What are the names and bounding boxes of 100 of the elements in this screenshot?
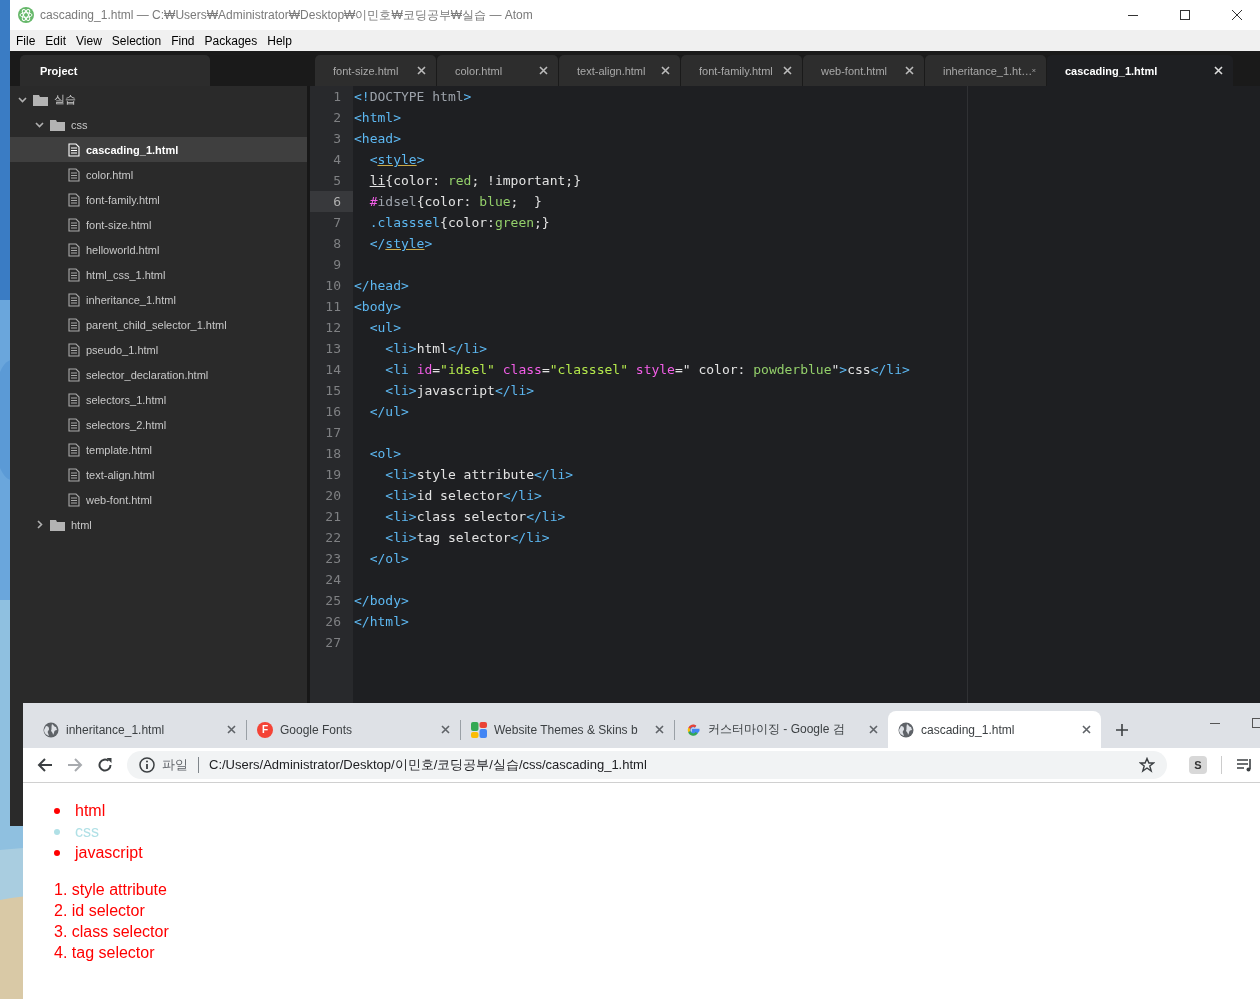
code-line: </style>	[368, 235, 434, 253]
tree-item[interactable]: helloworld.html	[10, 237, 307, 262]
code-line: <li>class selector</li>	[384, 508, 567, 526]
menu-item[interactable]: File	[11, 33, 41, 48]
code-line: <body>	[353, 298, 402, 316]
tree-item[interactable]: font-family.html	[10, 187, 307, 212]
browser-tab[interactable]: Website Themes & Skins b	[461, 711, 674, 748]
line-number: 17	[324, 424, 342, 442]
line-number: 26	[324, 613, 342, 631]
tree-item[interactable]: pseudo_1.html	[10, 337, 307, 362]
address-bar[interactable]: 파일 C:/Users/Administrator/Desktop/이민호/코딩공부/실습/css/cascading_1.html	[127, 751, 1167, 779]
editor-tab[interactable]: inheritance_1.ht…	[925, 55, 1046, 86]
line-number: 9	[332, 256, 342, 274]
editor-tab[interactable]: color.html	[437, 55, 558, 86]
code-line: </ul>	[368, 403, 410, 421]
line-number: 5	[332, 172, 342, 190]
code-line: </head>	[353, 277, 410, 295]
code-line: </body>	[353, 592, 410, 610]
line-number: 22	[324, 529, 342, 547]
url-text: C:/Users/Administrator/Desktop/이민호/코딩공부/실습/css/cascading_1.html	[209, 756, 648, 774]
line-number: 24	[324, 571, 342, 589]
tree-item[interactable]: selectors_2.html	[10, 412, 307, 437]
code-line: li{color: red; !important;}	[368, 172, 582, 190]
line-number: 10	[324, 277, 342, 295]
line-number: 20	[324, 487, 342, 505]
extension-icon[interactable]: S	[1189, 756, 1207, 774]
code-line: <ol>	[368, 445, 402, 463]
list-item: html	[75, 801, 106, 820]
menu-item[interactable]: Help	[262, 33, 297, 48]
fonts-icon: F	[257, 721, 273, 738]
browser-tab[interactable]: inheritance_1.html	[33, 711, 246, 748]
code-line: </ol>	[368, 550, 410, 568]
line-number: 27	[324, 634, 342, 652]
line-number: 19	[324, 466, 342, 484]
list-item: javascript	[75, 843, 143, 862]
line-number: 18	[324, 445, 342, 463]
editor-tab[interactable]: font-family.html	[681, 55, 802, 86]
window-title: cascading_1.html — C:₩Users₩Administrator₩Desktop₩이민호₩코딩공부₩실습 — Atom	[40, 6, 534, 24]
line-number: 8	[332, 235, 342, 253]
editor-tab[interactable]: web-font.html	[803, 55, 924, 86]
menu-item[interactable]: Packages	[199, 33, 263, 48]
code-line: <head>	[353, 130, 402, 148]
line-number: 13	[324, 340, 342, 358]
tree-item[interactable]: web-font.html	[10, 487, 307, 512]
line-number: 3	[332, 130, 342, 148]
code-line: <li>id selector</li>	[384, 487, 543, 505]
code-line: <li>tag selector</li>	[384, 529, 551, 547]
tree-item[interactable]: selectors_1.html	[10, 387, 307, 412]
code-line: <style>	[368, 151, 426, 169]
tree-item[interactable]: html_css_1.html	[10, 262, 307, 287]
code-line: #idsel{color: blue; }	[368, 193, 543, 211]
code-line: <!DOCTYPE html>	[353, 88, 473, 106]
list-item: 3. class selector	[53, 921, 170, 942]
line-number: 14	[324, 361, 342, 379]
tree-item[interactable]: 실습	[10, 87, 307, 112]
browser-tab[interactable]: cascading_1.html	[888, 711, 1101, 748]
line-number: 6	[310, 191, 353, 212]
code-line: <ul>	[368, 319, 402, 337]
code-line: <li>html</li>	[384, 340, 489, 358]
line-number: 1	[332, 88, 342, 106]
editor-tab[interactable]: cascading_1.html	[1047, 55, 1233, 86]
tree-item[interactable]: font-size.html	[10, 212, 307, 237]
line-number: 2	[332, 109, 342, 127]
list-item: 1. style attribute	[53, 879, 168, 900]
line-number: 15	[324, 382, 342, 400]
line-number: 12	[324, 319, 342, 337]
code-line: <li>javascript</li>	[384, 382, 536, 400]
line-number: 21	[324, 508, 342, 526]
line-number: 16	[324, 403, 342, 421]
editor-tab[interactable]: text-align.html	[559, 55, 680, 86]
menu-item[interactable]: Find	[166, 33, 200, 48]
list-item: 4. tag selector	[53, 942, 156, 963]
code-line: </html>	[353, 613, 410, 631]
code-line: <html>	[353, 109, 402, 127]
list-item: css	[75, 822, 99, 841]
line-number: 7	[332, 214, 342, 232]
tree-item[interactable]: template.html	[10, 437, 307, 462]
code-line: <li>style attribute</li>	[384, 466, 575, 484]
menu-item[interactable]: View	[71, 33, 107, 48]
project-tab[interactable]: Project	[20, 55, 210, 86]
menu-item[interactable]: Edit	[40, 33, 72, 48]
tree-item[interactable]: inheritance_1.html	[10, 287, 307, 312]
scheme-label: 파일	[162, 756, 188, 774]
editor-tab[interactable]: font-size.html	[315, 55, 436, 86]
browser-tab[interactable]: F Google Fonts	[247, 711, 460, 748]
list-item: 2. id selector	[53, 900, 146, 921]
tree-item[interactable]: parent_child_selector_1.html	[10, 312, 307, 337]
code-line: <li id="idsel" class="classsel" style=" color: powderblue">css</li>	[384, 361, 911, 379]
line-number: 25	[324, 592, 342, 610]
tree-item[interactable]: html	[10, 512, 307, 537]
tree-item[interactable]: css	[10, 112, 307, 137]
tree-item[interactable]: selector_declaration.html	[10, 362, 307, 387]
line-number: 4	[332, 151, 342, 169]
tree-item[interactable]: color.html	[10, 162, 307, 187]
browser-tab[interactable]: 커스터마이징 - Google 검	[675, 711, 888, 748]
menu-item[interactable]: Selection	[106, 33, 167, 48]
line-number: 11	[324, 298, 342, 316]
tree-item[interactable]: cascading_1.html	[10, 137, 307, 162]
tree-item[interactable]: text-align.html	[10, 462, 307, 487]
code-line: .classsel{color:green;}	[368, 214, 551, 232]
